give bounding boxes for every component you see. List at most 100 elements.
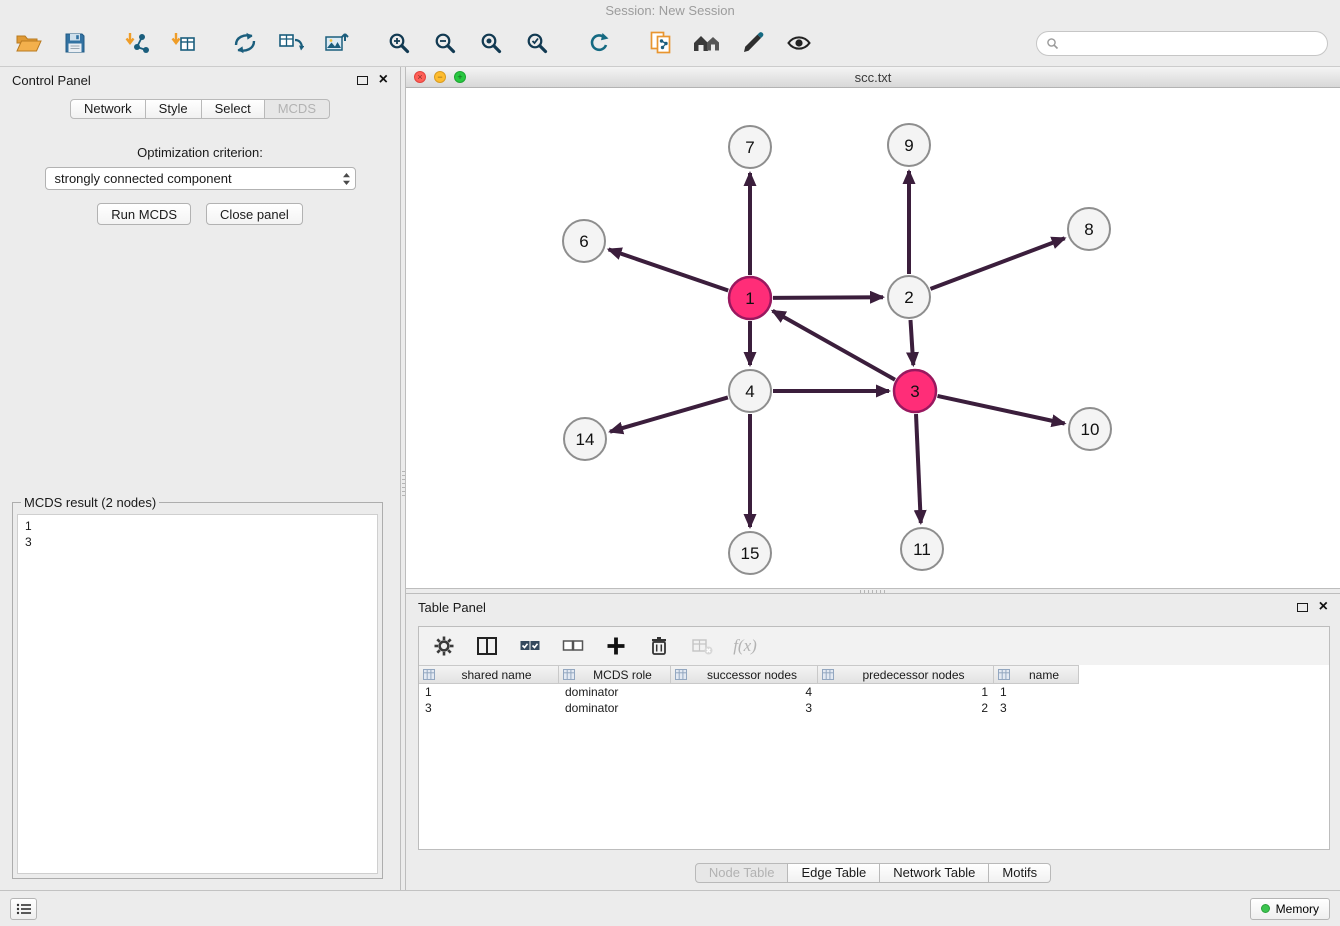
graph-node-14[interactable]: 14 (564, 418, 606, 460)
network-view-window: scc.txt 7 9 6 8 (406, 67, 1340, 588)
result-line: 1 (25, 518, 370, 534)
network-canvas[interactable]: 7 9 6 8 1 2 4 3 14 10 15 11 (406, 88, 1340, 588)
copy-network-button[interactable] (644, 26, 678, 60)
float-table-panel-button[interactable] (1297, 603, 1308, 612)
deselect-all-button[interactable] (560, 633, 586, 659)
close-table-panel-icon[interactable] (1319, 601, 1328, 613)
export-image-icon (324, 31, 350, 55)
graph-node-4[interactable]: 4 (729, 370, 771, 412)
tab-node-table[interactable]: Node Table (695, 863, 789, 883)
apply-style-button[interactable] (736, 26, 770, 60)
graph-edge-3-1[interactable] (773, 311, 895, 380)
graph-node-2[interactable]: 2 (888, 276, 930, 318)
float-panel-button[interactable] (357, 76, 368, 85)
graph-edge-1-2[interactable] (773, 297, 883, 298)
graph-node-label: 2 (904, 288, 913, 307)
tab-edge-table[interactable]: Edge Table (788, 863, 880, 883)
graph-node-9[interactable]: 9 (888, 124, 930, 166)
graph-node-3[interactable]: 3 (894, 370, 936, 412)
criterion-select[interactable]: strongly connected component (45, 167, 356, 190)
eye-icon (786, 31, 812, 55)
import-table-disabled-button (689, 633, 715, 659)
graph-node-label: 10 (1081, 420, 1100, 439)
add-column-button[interactable] (603, 633, 629, 659)
graph-node-11[interactable]: 11 (901, 528, 943, 570)
tab-network-table[interactable]: Network Table (880, 863, 989, 883)
export-image-button[interactable] (320, 26, 354, 60)
tab-style[interactable]: Style (146, 99, 202, 119)
zoom-selected-icon (525, 31, 549, 55)
network-table-icon (278, 31, 304, 55)
import-table-button[interactable] (166, 26, 200, 60)
close-panel-icon[interactable] (379, 74, 388, 86)
tab-mcds[interactable]: MCDS (265, 99, 330, 119)
import-network-button[interactable] (120, 26, 154, 60)
zoom-in-button[interactable] (382, 26, 416, 60)
zoom-fit-button[interactable] (474, 26, 508, 60)
graph-node-7[interactable]: 7 (729, 126, 771, 168)
network-arrows-button[interactable] (228, 26, 262, 60)
graph-edge-2-8[interactable] (931, 238, 1065, 289)
delete-column-button[interactable] (646, 633, 672, 659)
zoom-fit-icon (479, 31, 503, 55)
zoom-window-button[interactable] (454, 71, 466, 83)
graph-node-6[interactable]: 6 (563, 220, 605, 262)
network-overview-button[interactable] (690, 26, 724, 60)
save-session-button[interactable] (58, 26, 92, 60)
graph-node-label: 11 (913, 540, 931, 559)
table-row[interactable]: 3 dominator 3 2 3 (419, 700, 1329, 716)
tab-select[interactable]: Select (202, 99, 265, 119)
table-panel: Table Panel (406, 594, 1340, 890)
task-history-button[interactable] (10, 898, 37, 920)
show-columns-button[interactable] (474, 633, 500, 659)
run-mcds-button[interactable]: Run MCDS (97, 203, 191, 225)
network-table-button[interactable] (274, 26, 308, 60)
table-settings-button[interactable] (431, 633, 457, 659)
close-window-button[interactable] (414, 71, 426, 83)
column-header-predecessor-nodes[interactable]: predecessor nodes (818, 665, 994, 684)
right-area: scc.txt 7 9 6 8 (406, 67, 1340, 890)
graph-node-15[interactable]: 15 (729, 532, 771, 574)
zoom-out-button[interactable] (428, 26, 462, 60)
import-group (120, 26, 200, 60)
tab-motifs[interactable]: Motifs (989, 863, 1051, 883)
splitter-grip (402, 471, 405, 497)
zoom-in-icon (387, 31, 411, 55)
memory-button[interactable]: Memory (1250, 898, 1330, 920)
table-header-row: shared name MCDS role (419, 665, 1329, 684)
minimize-window-button[interactable] (434, 71, 446, 83)
graph-edge-1-6[interactable] (609, 249, 729, 290)
table-row[interactable]: 1 dominator 4 1 1 (419, 684, 1329, 700)
graph-edge-4-14[interactable] (610, 397, 728, 431)
mcds-result-list[interactable]: 1 3 (17, 514, 378, 874)
column-header-name[interactable]: name (994, 665, 1079, 684)
column-header-mcds-role[interactable]: MCDS role (559, 665, 671, 684)
open-folder-button[interactable] (12, 26, 46, 60)
plus-icon (604, 634, 628, 658)
graph-edge-3-10[interactable] (938, 396, 1065, 424)
search-input[interactable] (1064, 36, 1318, 51)
show-hide-button[interactable] (782, 26, 816, 60)
table-panel-title: Table Panel (418, 600, 486, 615)
refresh-view-button[interactable] (582, 26, 616, 60)
save-icon (63, 31, 87, 55)
status-bar: Memory (0, 890, 1340, 926)
search-box[interactable] (1036, 31, 1328, 56)
network-window-titlebar[interactable]: scc.txt (406, 67, 1340, 88)
graph-edge-3-11[interactable] (916, 414, 921, 523)
homes-icon (692, 31, 722, 55)
column-header-shared-name[interactable]: shared name (419, 665, 559, 684)
select-all-button[interactable] (517, 633, 543, 659)
graph-edge-2-3[interactable] (911, 320, 914, 365)
window-titlebar: Session: New Session (0, 0, 1340, 20)
tab-network[interactable]: Network (70, 99, 146, 119)
column-header-successor-nodes[interactable]: successor nodes (671, 665, 818, 684)
control-panel-title: Control Panel (12, 73, 91, 88)
zoom-selected-button[interactable] (520, 26, 554, 60)
graph-node-label: 8 (1084, 220, 1093, 239)
graph-node-1[interactable]: 1 (729, 277, 771, 319)
deselect-all-icon (561, 634, 585, 658)
graph-node-8[interactable]: 8 (1068, 208, 1110, 250)
graph-node-10[interactable]: 10 (1069, 408, 1111, 450)
close-panel-button[interactable]: Close panel (206, 203, 303, 225)
